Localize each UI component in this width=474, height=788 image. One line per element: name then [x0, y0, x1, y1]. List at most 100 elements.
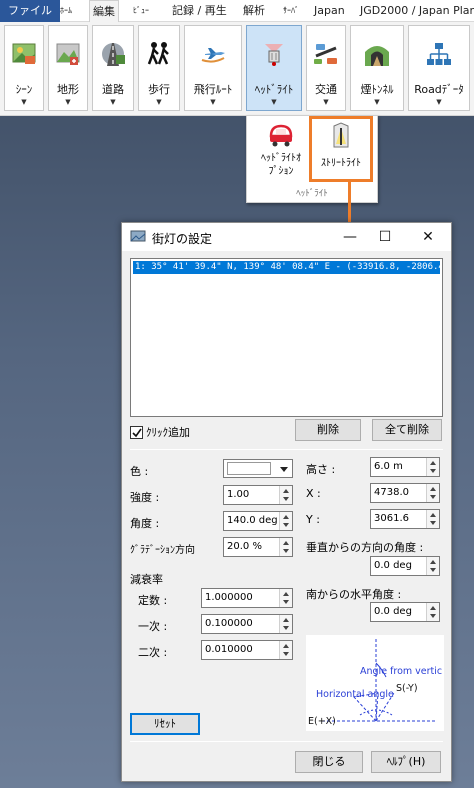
spinner-arrows[interactable]	[279, 512, 292, 530]
spinner-arrows[interactable]	[426, 510, 439, 528]
y-spinner[interactable]: 3061.6	[370, 509, 440, 529]
constant-spinner[interactable]: 1.000000	[201, 588, 293, 608]
spinner-arrows[interactable]	[279, 486, 292, 504]
linear-spinner[interactable]: 0.100000	[201, 614, 293, 634]
minimize-icon[interactable]: —	[335, 226, 365, 248]
spinner-arrows[interactable]	[279, 589, 292, 607]
x-spinner[interactable]: 4738.0	[370, 483, 440, 503]
constant-label: 定数 :	[138, 594, 168, 607]
street-light-button[interactable]: ｽﾄﾘｰﾄﾗｲﾄ	[309, 116, 373, 182]
angle-from-vertical-text: Angle from vertic	[360, 666, 442, 677]
intensity-value: 1.00	[227, 489, 250, 500]
horizontal-angle-value: 0.0 deg	[374, 606, 412, 617]
street-light-settings-dialog: 街灯の設定 — ☐ ✕ 1: 35° 41' 39.4" N, 139° 48'…	[121, 222, 452, 782]
x-value: 4738.0	[374, 487, 409, 498]
road-data-label: Roadﾃﾞｰﾀ	[414, 83, 464, 96]
spinner-arrows[interactable]	[426, 484, 439, 502]
street-light-icon	[333, 122, 349, 148]
ribbon-scene-button[interactable]: ｼｰﾝ ▼	[4, 25, 44, 111]
horizontal-angle-text: Horizontal angle	[316, 689, 394, 700]
menu-file[interactable]: ファイル	[0, 0, 60, 22]
scene-icon	[12, 43, 36, 64]
ribbon-walk-button[interactable]: 歩行 ▼	[138, 25, 180, 111]
chevron-down-icon: ▼	[323, 98, 329, 106]
menu-edit[interactable]: 編集	[89, 0, 119, 23]
spinner-arrows[interactable]	[279, 538, 292, 556]
horizontal-angle-spinner[interactable]: 0.0 deg	[370, 602, 440, 622]
chevron-down-icon: ▼	[436, 98, 442, 106]
ribbon-road-data-button[interactable]: Roadﾃﾞｰﾀ ▼	[408, 25, 470, 111]
close-icon[interactable]: ✕	[413, 226, 443, 248]
network-icon	[427, 43, 451, 65]
gradient-label: ｸﾞﾗﾃﾞｰｼｮﾝ方向	[130, 545, 195, 556]
quadratic-label: 二次 :	[138, 646, 168, 659]
menu-region[interactable]: Japan	[314, 0, 345, 22]
dialog-titlebar[interactable]: 街灯の設定 — ☐ ✕	[122, 223, 451, 251]
chevron-down-icon: ▼	[65, 98, 71, 106]
quadratic-value: 0.010000	[205, 644, 253, 655]
click-add-checkbox[interactable]: ｸﾘｯｸ追加	[130, 424, 190, 440]
horizontal-angle-label: 南からの水平角度 :	[306, 588, 402, 601]
vertical-angle-label: 垂直からの方向の角度 :	[306, 541, 424, 554]
angle-value: 140.0 deg	[227, 515, 278, 526]
height-value: 6.0 m	[374, 461, 403, 472]
ribbon-flight-route-button[interactable]: 飛行ﾙｰﾄ ▼	[184, 25, 242, 111]
color-select[interactable]	[223, 459, 293, 478]
attenuation-label: 減衰率	[130, 573, 163, 586]
ribbon-traffic-button[interactable]: 交通 ▼	[306, 25, 346, 111]
ribbon: ｼｰﾝ ▼ 地形 ▼ 道路 ▼ 歩行 ▼ 飛行ﾙｰﾄ ▼ ﾍｯﾄﾞﾗｲﾄ ▼ 交…	[0, 22, 474, 116]
height-label: 高さ :	[306, 463, 336, 476]
ribbon-smoke-tunnel-button[interactable]: 煙ﾄﾝﾈﾙ ▼	[350, 25, 404, 111]
ribbon-terrain-button[interactable]: 地形 ▼	[48, 25, 88, 111]
spinner-arrows[interactable]	[426, 603, 439, 621]
x-label: X :	[306, 487, 321, 500]
close-button[interactable]: 閉じる	[295, 751, 363, 773]
spinner-arrows[interactable]	[426, 458, 439, 476]
menu-view[interactable]: ﾋﾞｭｰ	[133, 0, 149, 22]
spinner-arrows[interactable]	[279, 615, 292, 633]
menu-server[interactable]: ｻｰﾊﾞ	[283, 0, 299, 22]
delete-button[interactable]: 削除	[295, 419, 361, 441]
intensity-label: 強度 :	[130, 491, 160, 504]
menu-crs[interactable]: JGD2000 / Japan Plane	[360, 0, 474, 22]
checkbox-box[interactable]	[130, 425, 143, 439]
quadratic-spinner[interactable]: 0.010000	[201, 640, 293, 660]
street-light-label: ｽﾄﾘｰﾄﾗｲﾄ	[321, 158, 361, 169]
walk-label: 歩行	[148, 83, 170, 96]
app-icon	[130, 230, 146, 242]
chevron-down-icon: ▼	[156, 98, 162, 106]
chevron-down-icon	[280, 467, 288, 472]
delete-all-button[interactable]: 全て削除	[372, 419, 442, 441]
chevron-down-icon: ▼	[21, 98, 27, 106]
spinner-arrows[interactable]	[426, 557, 439, 575]
menu-bar: ファイル ﾎｰﾑ 編集 ﾋﾞｭｰ 記録 / 再生 解析 ｻｰﾊﾞ Japan J…	[0, 0, 474, 23]
y-value: 3061.6	[374, 513, 409, 524]
ribbon-road-button[interactable]: 道路 ▼	[92, 25, 134, 111]
y-label: Y :	[306, 513, 320, 526]
car-headlight-icon	[269, 124, 293, 147]
terrain-label: 地形	[57, 83, 79, 96]
s-axis-text: S(-Y)	[396, 683, 418, 694]
intensity-spinner[interactable]: 1.00	[223, 485, 293, 505]
height-spinner[interactable]: 6.0 m	[370, 457, 440, 477]
vertical-angle-spinner[interactable]: 0.0 deg	[370, 556, 440, 576]
chevron-down-icon: ▼	[271, 98, 277, 106]
menu-home[interactable]: ﾎｰﾑ	[60, 0, 72, 22]
checkmark-icon	[132, 428, 142, 437]
light-list[interactable]: 1: 35° 41' 39.4" N, 139° 48' 08.4" E - (…	[130, 258, 443, 417]
angle-spinner[interactable]: 140.0 deg	[223, 511, 293, 531]
list-item[interactable]: 1: 35° 41' 39.4" N, 139° 48' 08.4" E - (…	[133, 261, 440, 274]
road-icon	[102, 43, 125, 66]
reset-button[interactable]: ﾘｾｯﾄ	[130, 713, 200, 735]
spinner-arrows[interactable]	[279, 641, 292, 659]
headlight-option-button[interactable]: ﾍｯﾄﾞﾗｲﾄｵ ﾌﾟｼｮﾝ	[251, 120, 311, 186]
angle-diagram: Angle from vertic S(-Y) Horizontal angle…	[306, 635, 444, 731]
menu-record[interactable]: 記録 / 再生	[172, 0, 227, 22]
maximize-icon[interactable]: ☐	[370, 226, 400, 248]
gradient-spinner[interactable]: 20.0 %	[223, 537, 293, 557]
help-button[interactable]: ﾍﾙﾌﾟ(H)	[371, 751, 441, 773]
constant-value: 1.000000	[205, 592, 253, 603]
menu-analysis[interactable]: 解析	[243, 0, 265, 22]
ribbon-headlight-button[interactable]: ﾍｯﾄﾞﾗｲﾄ ▼	[246, 25, 302, 111]
chevron-down-icon: ▼	[374, 98, 380, 106]
